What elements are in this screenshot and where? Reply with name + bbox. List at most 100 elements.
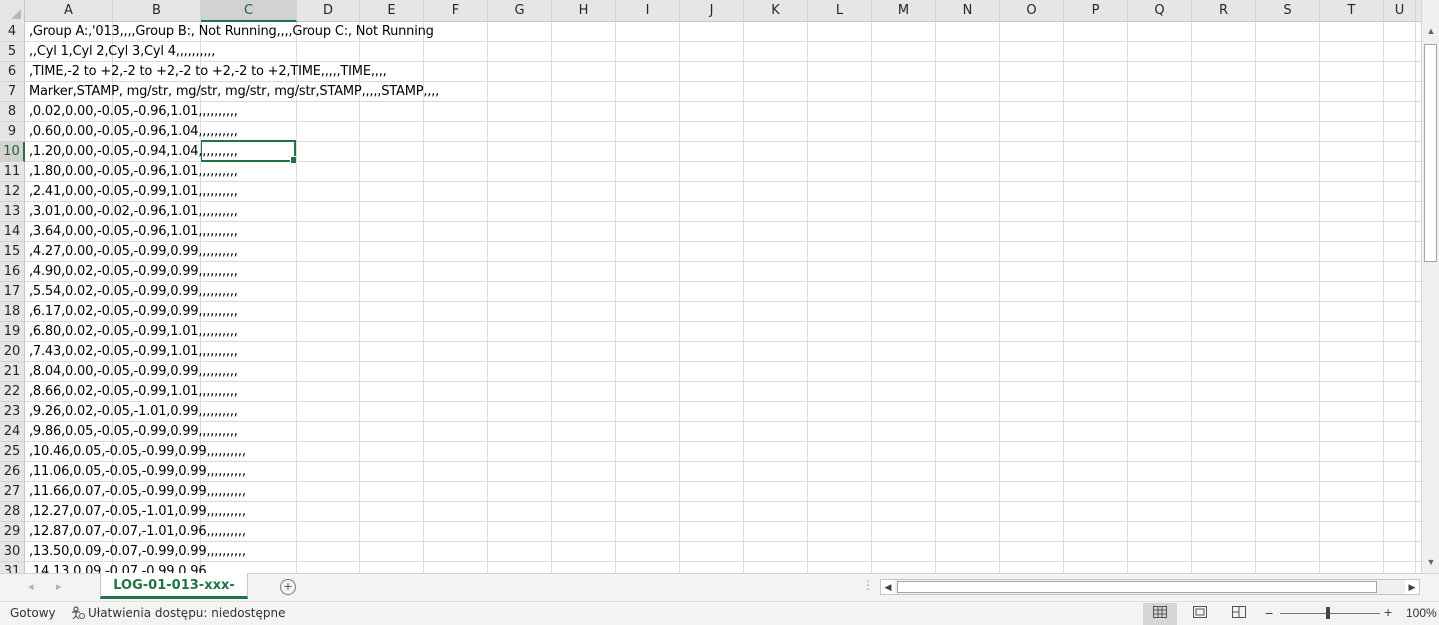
cell-a13[interactable]: ,3.01,0.00,-0.02,-0.96,1.01,,,,,,,,,, <box>29 202 238 222</box>
row-header-11[interactable]: 11 <box>0 162 25 182</box>
cell-a25[interactable]: ,10.46,0.05,-0.05,-0.99,0.99,,,,,,,,,, <box>29 442 246 462</box>
column-header-k[interactable]: K <box>744 0 808 22</box>
normal-view-icon[interactable] <box>1143 603 1177 625</box>
cell-a30[interactable]: ,13.50,0.09,-0.07,-0.99,0.99,,,,,,,,,, <box>29 542 246 562</box>
row-header-5[interactable]: 5 <box>0 42 25 62</box>
column-header-q[interactable]: Q <box>1128 0 1192 22</box>
column-header-j[interactable]: J <box>680 0 744 22</box>
column-header-p[interactable]: P <box>1064 0 1128 22</box>
cell-a26[interactable]: ,11.06,0.05,-0.05,-0.99,0.99,,,,,,,,,, <box>29 462 246 482</box>
column-header-n[interactable]: N <box>936 0 1000 22</box>
row-header-21[interactable]: 21 <box>0 362 25 382</box>
row-header-7[interactable]: 7 <box>0 82 25 102</box>
cell-a4[interactable]: ,Group A:,'013,,,,Group B:, Not Running,… <box>29 22 434 42</box>
column-header-o[interactable]: O <box>1000 0 1064 22</box>
column-header-a[interactable]: A <box>25 0 113 22</box>
row-header-27[interactable]: 27 <box>0 482 25 502</box>
row-header-6[interactable]: 6 <box>0 62 25 82</box>
row-header-15[interactable]: 15 <box>0 242 25 262</box>
column-header-i[interactable]: I <box>616 0 680 22</box>
zoom-slider[interactable] <box>1280 613 1380 614</box>
row-header-14[interactable]: 14 <box>0 222 25 242</box>
cell-a9[interactable]: ,0.60,0.00,-0.05,-0.96,1.04,,,,,,,,,, <box>29 122 238 142</box>
row-header-18[interactable]: 18 <box>0 302 25 322</box>
column-header-l[interactable]: L <box>808 0 872 22</box>
cell-a24[interactable]: ,9.86,0.05,-0.05,-0.99,0.99,,,,,,,,,, <box>29 422 238 442</box>
spreadsheet-grid[interactable]: ,Group A:,'013,,,,Group B:, Not Running,… <box>25 22 1421 573</box>
zoom-level[interactable]: 100% <box>1406 606 1437 620</box>
row-header-9[interactable]: 9 <box>0 122 25 142</box>
page-layout-icon[interactable] <box>1183 603 1217 625</box>
cell-a11[interactable]: ,1.80,0.00,-0.05,-0.96,1.01,,,,,,,,,, <box>29 162 238 182</box>
accessibility-status[interactable]: Ułatwienia dostępu: niedostępne <box>88 606 286 620</box>
row-header-28[interactable]: 28 <box>0 502 25 522</box>
row-header-26[interactable]: 26 <box>0 462 25 482</box>
cell-a20[interactable]: ,7.43,0.02,-0.05,-0.99,1.01,,,,,,,,,, <box>29 342 238 362</box>
cell-a22[interactable]: ,8.66,0.02,-0.05,-0.99,1.01,,,,,,,,,, <box>29 382 238 402</box>
row-header-20[interactable]: 20 <box>0 342 25 362</box>
vertical-scroll-thumb[interactable] <box>1424 44 1437 262</box>
zoom-out-button[interactable]: − <box>1265 605 1273 621</box>
cell-a16[interactable]: ,4.90,0.02,-0.05,-0.99,0.99,,,,,,,,,, <box>29 262 238 282</box>
tab-split-handle-icon[interactable]: ⋮ <box>862 578 874 592</box>
cell-a17[interactable]: ,5.54,0.02,-0.05,-0.99,0.99,,,,,,,,,, <box>29 282 238 302</box>
cell-a7[interactable]: Marker,STAMP, mg/str, mg/str, mg/str, mg… <box>29 82 439 102</box>
add-sheet-icon[interactable]: + <box>280 579 296 595</box>
column-header-c[interactable]: C <box>201 0 297 22</box>
column-header-h[interactable]: H <box>552 0 616 22</box>
row-header-8[interactable]: 8 <box>0 102 25 122</box>
row-header-25[interactable]: 25 <box>0 442 25 462</box>
row-header-30[interactable]: 30 <box>0 542 25 562</box>
cell-a6[interactable]: ,TIME,-2 to +2,-2 to +2,-2 to +2,-2 to +… <box>29 62 387 82</box>
row-header-17[interactable]: 17 <box>0 282 25 302</box>
row-header-23[interactable]: 23 <box>0 402 25 422</box>
row-header-12[interactable]: 12 <box>0 182 25 202</box>
cell-a21[interactable]: ,8.04,0.00,-0.05,-0.99,0.99,,,,,,,,,, <box>29 362 238 382</box>
cell-a29[interactable]: ,12.87,0.07,-0.07,-1.01,0.96,,,,,,,,,, <box>29 522 246 542</box>
sheet-tab-active[interactable]: LOG-01-013-xxx-xxx <box>100 573 248 618</box>
row-header-22[interactable]: 22 <box>0 382 25 402</box>
row-header-13[interactable]: 13 <box>0 202 25 222</box>
row-header-4[interactable]: 4 <box>0 22 25 42</box>
column-header-f[interactable]: F <box>424 0 488 22</box>
horizontal-scroll-thumb[interactable] <box>897 581 1377 593</box>
zoom-in-button[interactable]: + <box>1384 604 1392 620</box>
prev-sheet-arrow-icon[interactable]: ◂ <box>28 580 34 593</box>
row-header-16[interactable]: 16 <box>0 262 25 282</box>
scroll-down-arrow-icon[interactable]: ▼ <box>1422 553 1439 571</box>
column-header-e[interactable]: E <box>360 0 424 22</box>
column-header-u[interactable]: U <box>1384 0 1416 22</box>
vertical-scrollbar[interactable]: ▲ ▼ <box>1421 0 1439 573</box>
row-header-24[interactable]: 24 <box>0 422 25 442</box>
zoom-slider-thumb[interactable] <box>1326 607 1330 619</box>
cell-a27[interactable]: ,11.66,0.07,-0.05,-0.99,0.99,,,,,,,,,, <box>29 482 246 502</box>
column-header-g[interactable]: G <box>488 0 552 22</box>
scroll-right-arrow-icon[interactable]: ▶ <box>1405 580 1419 594</box>
cell-a15[interactable]: ,4.27,0.00,-0.05,-0.99,0.99,,,,,,,,,, <box>29 242 238 262</box>
row-header-19[interactable]: 19 <box>0 322 25 342</box>
cell-a5[interactable]: ,,Cyl 1,Cyl 2,Cyl 3,Cyl 4,,,,,,,,,, <box>29 42 215 62</box>
horizontal-scrollbar[interactable]: ◀ ▶ <box>880 579 1420 595</box>
column-header-r[interactable]: R <box>1192 0 1256 22</box>
page-break-preview-icon[interactable] <box>1222 603 1256 625</box>
next-sheet-arrow-icon[interactable]: ▸ <box>56 580 62 593</box>
accessibility-icon[interactable] <box>70 606 85 621</box>
scroll-up-arrow-icon[interactable]: ▲ <box>1422 22 1439 40</box>
scroll-left-arrow-icon[interactable]: ◀ <box>881 580 895 594</box>
row-header-29[interactable]: 29 <box>0 522 25 542</box>
cell-a18[interactable]: ,6.17,0.02,-0.05,-0.99,0.99,,,,,,,,,, <box>29 302 238 322</box>
cell-a28[interactable]: ,12.27,0.07,-0.05,-1.01,0.99,,,,,,,,,, <box>29 502 246 522</box>
column-header-b[interactable]: B <box>113 0 201 22</box>
cell-a12[interactable]: ,2.41,0.00,-0.05,-0.99,1.01,,,,,,,,,, <box>29 182 238 202</box>
column-header-m[interactable]: M <box>872 0 936 22</box>
select-all-button[interactable] <box>0 0 25 22</box>
cell-a14[interactable]: ,3.64,0.00,-0.05,-0.96,1.01,,,,,,,,,, <box>29 222 238 242</box>
cell-a31[interactable]: ,14.13,0.09,-0.07,-0.99,0.96,,,,,,,,,, <box>29 562 246 573</box>
column-header-t[interactable]: T <box>1320 0 1384 22</box>
column-header-s[interactable]: S <box>1256 0 1320 22</box>
cell-a10[interactable]: ,1.20,0.00,-0.05,-0.94,1.04,,,,,,,,,, <box>29 142 238 162</box>
column-header-d[interactable]: D <box>297 0 360 22</box>
cell-a19[interactable]: ,6.80,0.02,-0.05,-0.99,1.01,,,,,,,,,, <box>29 322 238 342</box>
cell-a8[interactable]: ,0.02,0.00,-0.05,-0.96,1.01,,,,,,,,,, <box>29 102 238 122</box>
row-header-10[interactable]: 10 <box>0 142 25 162</box>
